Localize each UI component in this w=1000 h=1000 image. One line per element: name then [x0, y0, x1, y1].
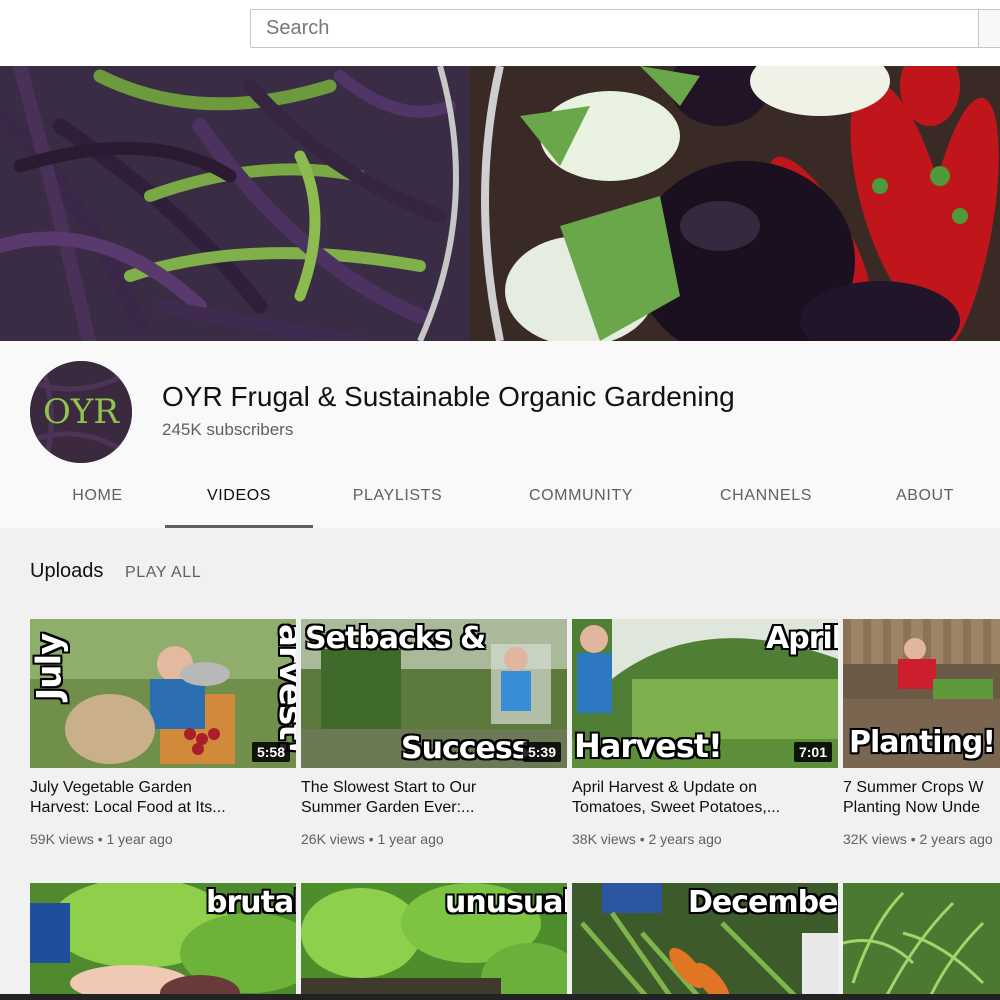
channel-tabs: HOME VIDEOS PLAYLISTS COMMUNITY CHANNELS… [0, 471, 1000, 528]
video-title-line: Harvest: Local Food at Its... [30, 799, 226, 816]
thumbnail-overlay-text-2: Harvest! [574, 727, 723, 765]
channel-banner [0, 66, 1000, 341]
search-box[interactable] [250, 9, 980, 48]
video-title-line: Tomatoes, Sweet Potatoes,... [572, 799, 781, 816]
thumbnail-overlay-text-2: Success [401, 731, 530, 766]
tab-about[interactable]: ABOUT [875, 471, 975, 525]
meta-separator: • [368, 831, 374, 847]
view-count: 26K views [301, 831, 365, 847]
thumbnail-overlay-text: Planting! [849, 725, 996, 760]
video-title[interactable]: The Slowest Start to Our Summer Garden E… [301, 778, 561, 820]
video-card[interactable]: brutal [30, 883, 296, 994]
thumbnail-image [843, 883, 1000, 994]
video-meta: 32K views • 2 years ago [843, 831, 993, 847]
thumbnail-overlay-text: Setbacks & [305, 621, 486, 656]
thumbnail-overlay-text: April [766, 621, 838, 656]
tab-community[interactable]: COMMUNITY [505, 471, 657, 525]
video-title[interactable]: April Harvest & Update on Tomatoes, Swee… [572, 778, 832, 820]
video-thumbnail[interactable] [843, 883, 1000, 994]
video-thumbnail[interactable]: Setbacks & Success 5:39 [301, 619, 567, 768]
view-count: 32K views [843, 831, 907, 847]
view-count: 59K views [30, 831, 94, 847]
bottom-edge [0, 994, 1000, 1000]
upload-age: 1 year ago [377, 831, 444, 847]
tab-home[interactable]: HOME [40, 471, 155, 525]
avatar-logo-icon: OYR [30, 361, 132, 463]
video-thumbnail[interactable]: brutal [30, 883, 296, 994]
video-thumbnail[interactable]: unusual [301, 883, 567, 994]
uploads-title: Uploads [30, 560, 104, 582]
upload-age: 2 years ago [919, 831, 993, 847]
channel-header: OYR OYR Frugal & Sustainable Organic Gar… [0, 341, 1000, 528]
video-title-line: 7 Summer Crops W [843, 779, 984, 796]
search-button[interactable] [978, 9, 1000, 48]
channel-avatar[interactable]: OYR [30, 361, 132, 463]
video-thumbnail[interactable]: April Harvest! 7:01 [572, 619, 838, 768]
video-title-line: Planting Now Unde [843, 799, 980, 816]
video-meta: 59K views • 1 year ago [30, 831, 173, 847]
video-title[interactable]: July Vegetable Garden Harvest: Local Foo… [30, 778, 290, 820]
video-title-line: April Harvest & Update on [572, 779, 757, 796]
subscriber-count: 245K subscribers [162, 420, 294, 439]
view-count: 38K views [572, 831, 636, 847]
channel-name: OYR Frugal & Sustainable Organic Gardeni… [162, 381, 735, 412]
video-card[interactable]: Planting! 7 Summer Crops W Planting Now … [843, 619, 1000, 859]
meta-separator: • [97, 831, 103, 847]
top-bar [0, 0, 1000, 66]
thumbnail-overlay-text-2: arvest! [270, 624, 296, 754]
thumbnail-overlay-text: July [30, 633, 70, 701]
tab-playlists[interactable]: PLAYLISTS [330, 471, 465, 525]
video-thumbnail[interactable]: July arvest! 5:58 [30, 619, 296, 768]
video-duration: 5:58 [251, 742, 290, 762]
banner-vegetables-image [0, 66, 1000, 341]
video-card[interactable]: December [572, 883, 838, 994]
meta-separator: • [639, 831, 645, 847]
search-input[interactable] [251, 10, 979, 47]
video-meta: 38K views • 2 years ago [572, 831, 722, 847]
video-thumbnail[interactable]: December [572, 883, 838, 994]
video-title-line: July Vegetable Garden [30, 779, 192, 796]
play-all-button[interactable]: PLAY ALL [125, 564, 201, 582]
avatar-text: OYR [43, 392, 120, 432]
video-card[interactable] [843, 883, 1000, 994]
tab-channels[interactable]: CHANNELS [700, 471, 832, 525]
thumbnail-overlay-text: unusual [445, 885, 567, 920]
meta-separator: • [910, 831, 916, 847]
thumbnail-overlay-text: December [688, 885, 838, 920]
video-duration: 5:39 [522, 742, 561, 762]
video-title[interactable]: 7 Summer Crops W Planting Now Unde [843, 778, 1000, 820]
video-card[interactable]: unusual [301, 883, 567, 994]
video-duration: 7:01 [793, 742, 832, 762]
tab-videos[interactable]: VIDEOS [165, 471, 313, 528]
video-thumbnail[interactable]: Planting! [843, 619, 1000, 768]
upload-age: 1 year ago [106, 831, 173, 847]
upload-age: 2 years ago [648, 831, 722, 847]
thumbnail-overlay-text: brutal [206, 885, 296, 920]
video-title-line: Summer Garden Ever:... [301, 799, 475, 816]
video-title-line: The Slowest Start to Our [301, 779, 477, 796]
video-meta: 26K views • 1 year ago [301, 831, 444, 847]
